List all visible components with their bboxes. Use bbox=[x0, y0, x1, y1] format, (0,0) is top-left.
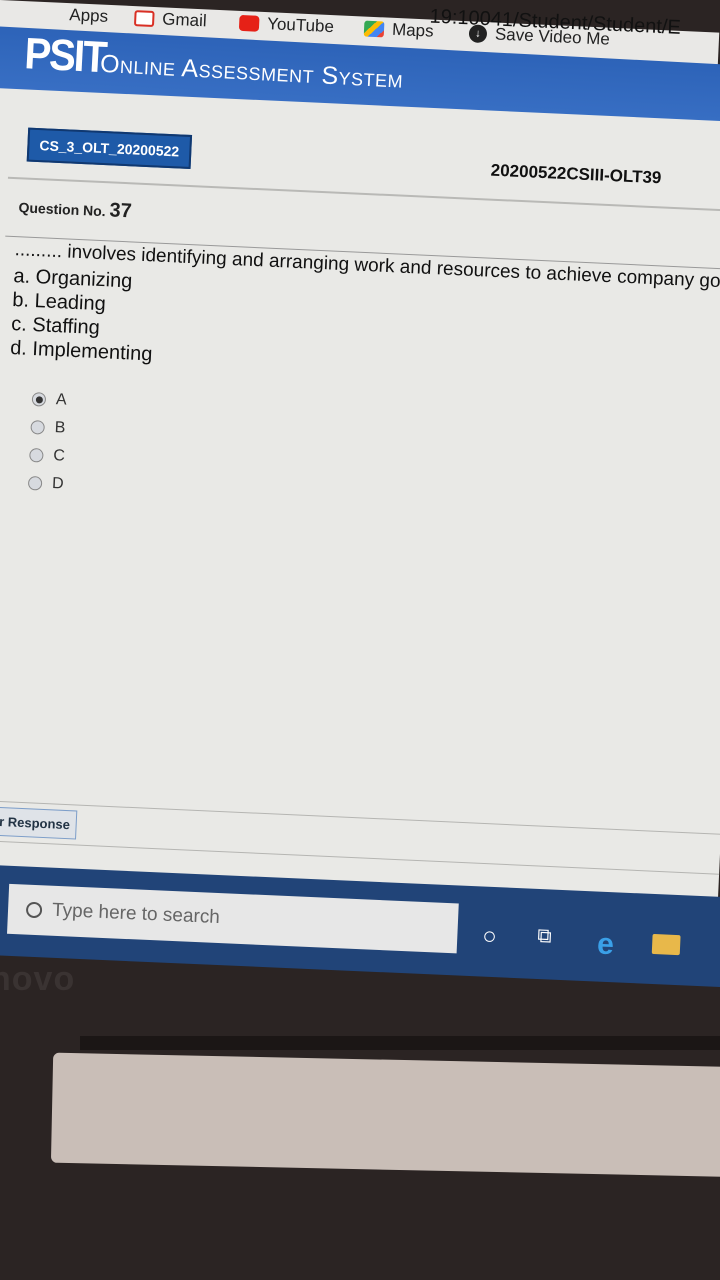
radio-d-label: D bbox=[51, 475, 65, 493]
answer-choice-a[interactable]: A bbox=[31, 385, 68, 415]
save-video-icon: ↓ bbox=[468, 24, 488, 44]
radio-a-label: A bbox=[55, 391, 67, 409]
laptop-base bbox=[50, 1052, 720, 1178]
bookmark-maps[interactable]: Maps bbox=[363, 19, 435, 42]
bookmark-youtube[interactable]: YouTube bbox=[238, 13, 335, 37]
question-number: Question No. 37 bbox=[18, 195, 132, 223]
assessment-page: CS_3_OLT_20200522 20200522CSIII-OLT39 Qu… bbox=[0, 88, 720, 912]
system-title: Online Assessment System bbox=[99, 49, 404, 94]
answer-choice-d[interactable]: D bbox=[27, 469, 64, 499]
search-icon bbox=[25, 901, 43, 919]
gmail-label: Gmail bbox=[161, 9, 208, 31]
radio-d[interactable] bbox=[27, 475, 43, 491]
clear-response-button[interactable]: Clear Response bbox=[0, 805, 78, 840]
cortana-icon[interactable]: ○ bbox=[482, 923, 498, 952]
edge-icon[interactable]: e bbox=[596, 928, 614, 963]
maps-icon bbox=[363, 20, 385, 38]
option-d: d. Implementing bbox=[9, 337, 153, 366]
radio-c[interactable] bbox=[29, 447, 44, 463]
save-video-label: Save Video Me bbox=[494, 24, 611, 49]
session-id: 20200522CSIII-OLT39 bbox=[490, 160, 662, 188]
psit-logo: PSIT bbox=[23, 29, 107, 83]
youtube-label: YouTube bbox=[266, 14, 335, 37]
answer-choice-c[interactable]: C bbox=[29, 441, 66, 471]
option-list: a. Organizing b. Leading c. Staffing d. … bbox=[10, 264, 157, 366]
divider bbox=[0, 799, 720, 835]
search-placeholder: Type here to search bbox=[51, 899, 221, 929]
gmail-icon bbox=[133, 10, 155, 28]
question-number-label: Question No. bbox=[18, 199, 107, 220]
laptop-brand-logo: novo bbox=[0, 960, 76, 998]
laptop-hinge bbox=[80, 1036, 720, 1050]
radio-a[interactable] bbox=[31, 392, 47, 407]
answer-radio-group: A B C D bbox=[27, 385, 68, 498]
maps-label: Maps bbox=[391, 19, 435, 41]
radio-b-label: B bbox=[54, 419, 66, 437]
file-explorer-icon[interactable] bbox=[651, 933, 681, 956]
task-view-icon[interactable]: ⧉ bbox=[537, 925, 552, 949]
apps-label: Apps bbox=[68, 5, 109, 26]
test-code-badge: CS_3_OLT_20200522 bbox=[26, 127, 192, 169]
youtube-icon bbox=[238, 14, 260, 32]
taskbar-search-box[interactable]: Type here to search bbox=[7, 883, 459, 954]
answer-choice-b[interactable]: B bbox=[30, 413, 67, 443]
question-number-value: 37 bbox=[109, 199, 133, 223]
bookmark-apps[interactable]: Apps bbox=[69, 5, 109, 27]
bookmark-gmail[interactable]: Gmail bbox=[133, 8, 208, 31]
radio-c-label: C bbox=[53, 447, 66, 465]
radio-b[interactable] bbox=[30, 420, 45, 435]
